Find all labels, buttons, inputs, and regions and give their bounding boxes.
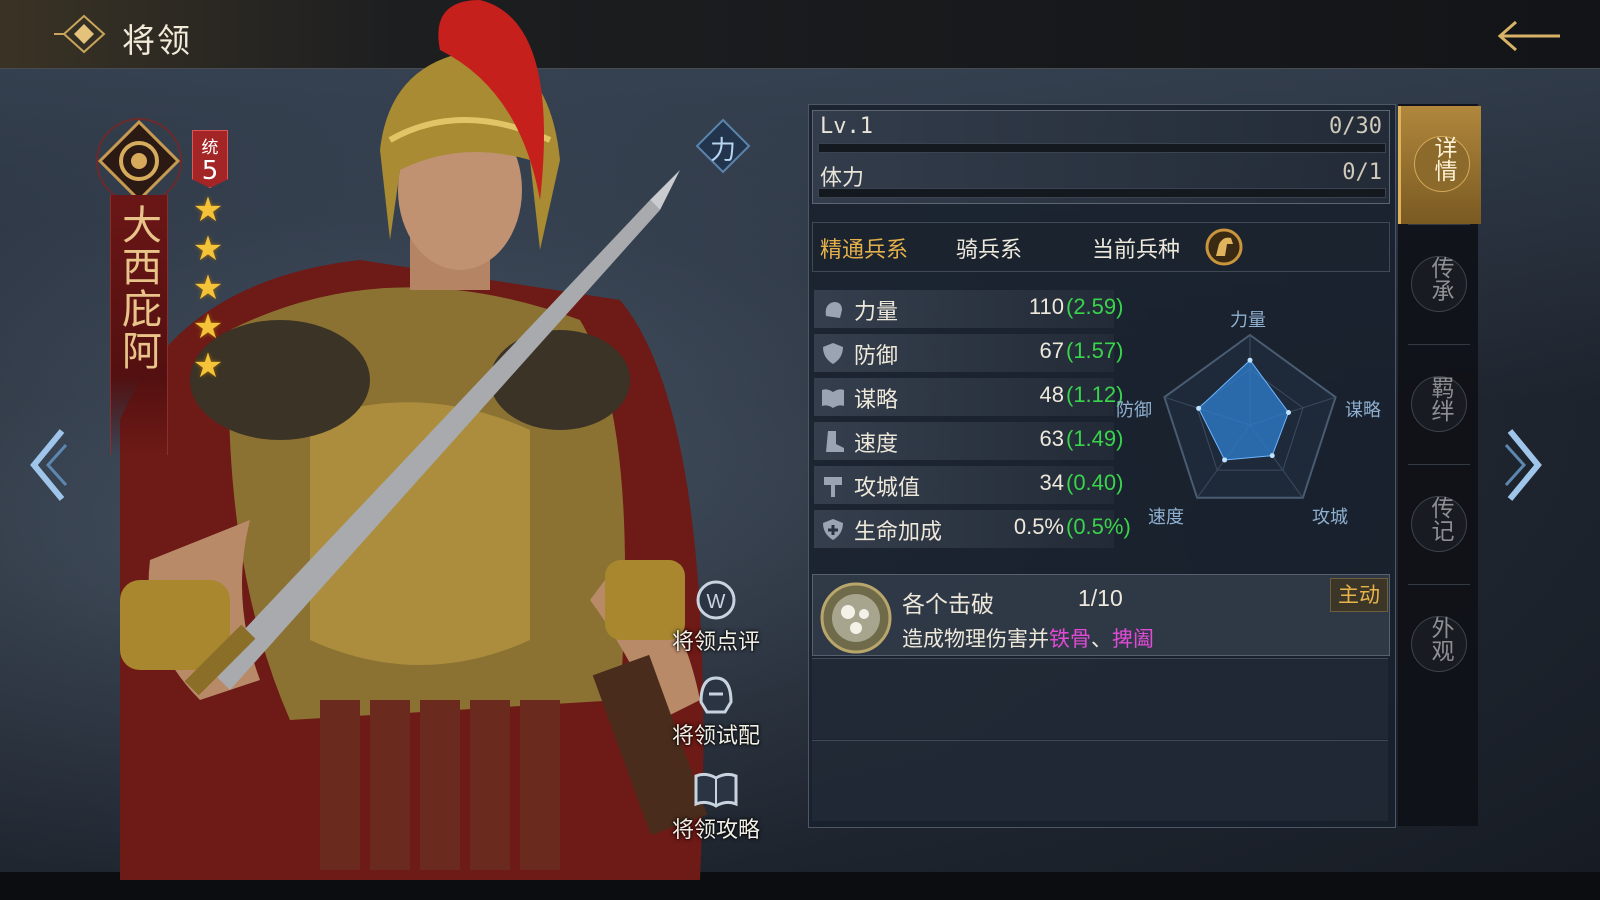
back-arrow-icon[interactable] [1490, 16, 1570, 56]
previous-hero-arrow-icon[interactable] [26, 425, 70, 505]
stat-name: 生命加成 [854, 520, 943, 545]
tab-separator [1408, 344, 1470, 345]
stat-value: 67 [1039, 338, 1064, 363]
empty-skill-slot[interactable] [812, 740, 1388, 821]
attribute-badge[interactable]: 力 [695, 118, 751, 174]
stat-value: 0.5% [1013, 514, 1064, 539]
tab-label: 传记 [1427, 496, 1453, 542]
level-value: 0/30 [1329, 114, 1382, 139]
skill-type-badge: 主动 [1330, 578, 1388, 612]
stamina-value: 0/1 [1342, 160, 1382, 185]
stat-name: 防御 [854, 344, 899, 369]
tab-0[interactable]: 详情 [1398, 106, 1481, 224]
radar-label-strength: 力量 [1230, 310, 1266, 331]
horse-icon[interactable] [1205, 228, 1243, 266]
stat-name: 力量 [854, 300, 899, 325]
stat-value: 48 [1039, 382, 1064, 407]
skill-orb-icon [820, 582, 892, 654]
tab-separator [1408, 464, 1470, 465]
hero-guide-label: 将领攻略 [671, 818, 760, 843]
radar-point [1286, 409, 1292, 415]
level-progress-bar [818, 143, 1386, 153]
hero-name: 大西庇阿 [115, 204, 161, 372]
radar-point [1196, 405, 1202, 411]
tab-label: 传承 [1427, 256, 1453, 302]
star-rating: ★ ★ ★ ★ ★ [190, 192, 226, 387]
tab-separator [1408, 584, 1470, 585]
radar-point [1269, 453, 1275, 459]
tab-separator [1408, 224, 1470, 225]
book-icon [694, 772, 738, 808]
star-icon: ★ [192, 307, 224, 347]
svg-text:W: W [707, 591, 726, 613]
skill-name: 各个击破 [902, 592, 994, 618]
star-icon: ★ [192, 229, 224, 269]
boot-icon [826, 431, 844, 452]
radar-point [1247, 357, 1253, 363]
empty-skill-slot[interactable] [812, 658, 1388, 739]
tab-3[interactable]: 传记 [1398, 466, 1478, 584]
stat-row[interactable]: 力量 110 (2.59) [814, 290, 1123, 328]
radar-label-defense: 防御 [1116, 400, 1152, 421]
hammer-icon [824, 477, 842, 497]
level-label: Lv.1 [820, 114, 873, 139]
stat-value: 34 [1039, 470, 1064, 495]
tab-label: 详情 [1430, 136, 1456, 182]
troop-mastery-label: 精通兵系 [820, 238, 909, 263]
rank-laurel-icon [96, 118, 182, 204]
star-icon: ★ [192, 346, 224, 386]
stat-row[interactable]: 攻城值 34 (0.40) [814, 466, 1123, 504]
radar-label-speed: 速度 [1148, 507, 1184, 528]
radar-point [1222, 457, 1228, 463]
command-tag: 统 5 [192, 130, 228, 188]
helmet-icon [699, 676, 733, 714]
fist-icon [825, 302, 842, 318]
hero-guide-button[interactable]: 将领攻略 [656, 766, 776, 844]
tab-4[interactable]: 外观 [1398, 586, 1478, 704]
skill-desc-separator: 、 [1091, 627, 1112, 651]
stat-row[interactable]: 谋略 48 (1.12) [814, 378, 1123, 416]
radar-label-strategy: 谋略 [1345, 400, 1381, 421]
stat-value: 63 [1039, 426, 1064, 451]
skill-level: 1/10 [1078, 585, 1123, 611]
attribute-label: 力 [709, 136, 736, 166]
skill-description: 造成物理伤害并铁骨、捭阖 [902, 623, 1154, 653]
heart-shield-icon [823, 519, 843, 540]
hero-trial-button[interactable]: 将领试配 [656, 672, 776, 750]
stat-row[interactable]: 速度 63 (1.49) [814, 422, 1123, 460]
book-icon [822, 389, 844, 408]
stat-value: 110 [1028, 294, 1064, 319]
stat-name: 速度 [854, 432, 899, 457]
stamina-progress-bar [818, 188, 1386, 198]
tab-1[interactable]: 传承 [1398, 226, 1478, 344]
hero-review-label: 将领点评 [671, 630, 760, 655]
tab-2[interactable]: 羁绊 [1398, 346, 1478, 464]
radar-label-siege: 攻城 [1312, 507, 1348, 528]
skill-desc-text: 造成物理伤害并 [902, 627, 1049, 651]
next-hero-arrow-icon[interactable] [1502, 425, 1546, 505]
tab-label: 外观 [1427, 616, 1453, 662]
stat-name: 谋略 [854, 388, 899, 413]
shield-icon [823, 343, 843, 364]
comment-icon: W [696, 580, 736, 620]
stat-name: 攻城值 [854, 476, 921, 501]
star-icon: ★ [192, 190, 224, 230]
skill-keyword-1[interactable]: 铁骨 [1049, 627, 1091, 651]
command-label: 统 [201, 138, 219, 158]
command-value: 5 [201, 156, 219, 186]
stat-row[interactable]: 防御 67 (1.57) [814, 334, 1123, 372]
troop-mastery-value: 骑兵系 [956, 238, 1023, 263]
current-troop-label: 当前兵种 [1092, 238, 1181, 263]
tab-label: 羁绊 [1427, 376, 1453, 422]
skill-keyword-2[interactable]: 捭阖 [1112, 627, 1154, 651]
stat-row[interactable]: 生命加成 0.5% (0.5%) [814, 510, 1131, 548]
star-icon: ★ [192, 268, 224, 308]
hero-review-button[interactable]: W 将领点评 [656, 578, 776, 656]
hero-trial-label: 将领试配 [671, 724, 760, 749]
